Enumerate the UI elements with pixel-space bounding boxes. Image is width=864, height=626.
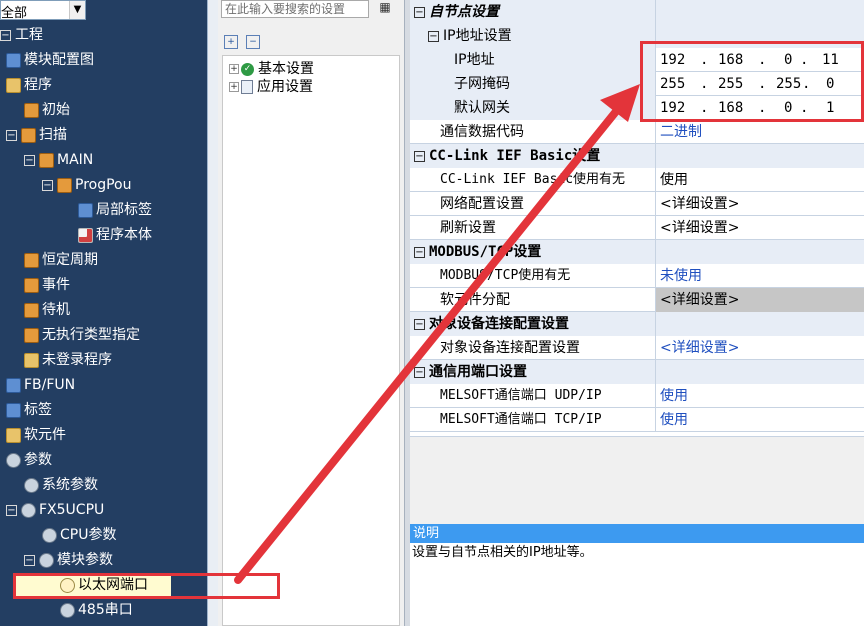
tree-item-unregistered[interactable]: 未登录程序 — [24, 348, 112, 373]
collapse-icon[interactable]: − — [414, 150, 425, 162]
collapse-icon[interactable]: − — [42, 179, 53, 191]
description-header: 说明 — [410, 524, 864, 543]
row-cclink-use[interactable]: CC-Link IEF Basic使用有无 使用 — [410, 168, 864, 192]
setting-item-pane: 在此输入要搜索的设置 ▦ + − + ✓ 基本设置 + 应用设置 — [218, 0, 404, 626]
program-icon — [21, 127, 36, 143]
category-comm-port[interactable]: − 通信用端口设置 — [410, 360, 864, 384]
module-param-icon — [39, 552, 54, 568]
tree-item-parameters[interactable]: 参数 — [6, 448, 52, 473]
tree-item-no-exec-type[interactable]: 无执行类型指定 — [24, 323, 140, 348]
gear-icon — [42, 527, 57, 543]
collapse-icon[interactable]: − — [24, 154, 35, 166]
tree-toolbar: + − — [224, 34, 284, 52]
navigation-scrollbar[interactable] — [207, 0, 218, 626]
expand-all-icon[interactable]: + — [224, 35, 238, 49]
project-navigation-pane: 全部 ▼ − 工程 模块配置图 程序 初始 − 扫描 − MAIN − ProgPou … — [0, 0, 207, 626]
row-refresh-settings[interactable]: 刷新设置 <详细设置> — [410, 216, 864, 240]
tree-item-fb-fun[interactable]: FB/FUN — [6, 373, 75, 398]
tree-item-devices[interactable]: 软元件 — [6, 423, 66, 448]
row-melsoft-tcp[interactable]: MELSOFT通信端口 TCP/IP 使用 — [410, 408, 864, 432]
collapse-icon[interactable]: − — [6, 504, 17, 516]
unregistered-program-icon — [24, 352, 39, 368]
collapse-icon[interactable]: − — [6, 129, 17, 141]
tree-filter-dropdown[interactable]: 全部 ▼ — [0, 0, 86, 21]
tree-item-program-body[interactable]: 程序本体 — [78, 223, 152, 248]
row-network-config[interactable]: 网络配置设置 <详细设置> — [410, 192, 864, 216]
tree-item-scan[interactable]: − 扫描 — [6, 123, 67, 148]
tree-item-main[interactable]: − MAIN — [24, 148, 93, 173]
tree-item-module-config[interactable]: 模块配置图 — [6, 48, 94, 73]
tree-item-project[interactable]: − 工程 — [0, 23, 43, 48]
grid-empty-area — [410, 436, 864, 526]
setting-item-tree: + ✓ 基本设置 + 应用设置 — [222, 55, 400, 626]
program-block-icon — [39, 152, 54, 168]
tree-item-cpu-params[interactable]: CPU参数 — [42, 523, 116, 548]
layout-toggle-icon[interactable]: ▦ — [374, 0, 396, 18]
row-device-assignment[interactable]: 软元件分配 <详细设置> — [410, 288, 864, 312]
cpu-param-icon — [21, 502, 36, 518]
tree-item-fixed-scan[interactable]: 恒定周期 — [24, 248, 98, 273]
expand-icon[interactable]: + — [229, 82, 239, 92]
label-table-icon — [78, 202, 93, 218]
fb-fun-icon — [6, 377, 21, 393]
collapse-icon[interactable]: − — [414, 6, 425, 18]
row-target-device-config[interactable]: 对象设备连接配置设置 <详细设置> — [410, 336, 864, 360]
program-folder-icon — [6, 77, 21, 93]
tree-item-event[interactable]: 事件 — [24, 273, 70, 298]
chevron-down-icon[interactable]: ▼ — [69, 1, 85, 19]
tree-item-progpou[interactable]: − ProgPou — [42, 173, 131, 198]
tree-item-fx5ucpu[interactable]: − FX5UCPU — [6, 498, 104, 523]
tree-item-485-serial[interactable]: 485串口 — [60, 598, 133, 623]
row-data-code[interactable]: 通信数据代码 二进制 — [410, 120, 864, 144]
parameter-icon — [6, 452, 21, 468]
serial-port-icon — [60, 602, 75, 618]
tree-item-standby[interactable]: 待机 — [24, 298, 70, 323]
setting-item-application[interactable]: + 应用设置 — [229, 78, 313, 96]
tree-item-system-params[interactable]: 系统参数 — [24, 473, 98, 498]
collapse-icon[interactable]: − — [0, 29, 11, 41]
collapse-icon[interactable]: − — [414, 366, 425, 378]
row-modbus-use[interactable]: MODBUS/TCP使用有无 未使用 — [410, 264, 864, 288]
program-icon — [24, 102, 39, 118]
collapse-icon[interactable]: − — [414, 318, 425, 330]
module-config-icon — [6, 52, 21, 68]
expand-icon[interactable]: + — [229, 64, 239, 74]
category-own-node[interactable]: − 自节点设置 — [410, 0, 864, 24]
collapse-icon[interactable]: − — [24, 554, 35, 566]
gx-works3-window: 全部 ▼ − 工程 模块配置图 程序 初始 − 扫描 − MAIN − ProgPou … — [0, 0, 864, 626]
category-modbus[interactable]: − MODBUS/TCP设置 — [410, 240, 864, 264]
ip-annotation-box — [640, 41, 864, 122]
check-icon: ✓ — [241, 62, 254, 76]
device-icon — [6, 427, 21, 443]
tree-item-initial[interactable]: 初始 — [24, 98, 70, 123]
setting-item-basic[interactable]: + ✓ 基本设置 — [229, 60, 314, 78]
program-icon — [24, 277, 39, 293]
tree-item-labels[interactable]: 标签 — [6, 398, 52, 423]
setting-search-input[interactable]: 在此输入要搜索的设置 — [221, 0, 369, 18]
collapse-icon[interactable]: − — [428, 30, 439, 42]
category-cclink[interactable]: − CC-Link IEF Basic设置 — [410, 144, 864, 168]
tree-item-local-label[interactable]: 局部标签 — [78, 198, 152, 223]
tree-item-program[interactable]: 程序 — [6, 73, 52, 98]
pou-icon — [57, 177, 72, 193]
program-icon — [24, 327, 39, 343]
program-icon — [24, 302, 39, 318]
gear-icon — [24, 477, 39, 493]
description-text: 设置与自节点相关的IP地址等。 — [410, 543, 864, 626]
document-icon — [241, 80, 253, 94]
program-icon — [24, 252, 39, 268]
tree-item-module-params[interactable]: − 模块参数 — [24, 548, 113, 573]
label-icon — [6, 402, 21, 418]
program-body-icon — [78, 227, 93, 243]
collapse-icon[interactable]: − — [414, 246, 425, 258]
category-target-device[interactable]: − 对象设备连接配置设置 — [410, 312, 864, 336]
tree-filter-value: 全部 — [1, 6, 28, 21]
selection-annotation-box — [13, 573, 280, 599]
row-melsoft-udp[interactable]: MELSOFT通信端口 UDP/IP 使用 — [410, 384, 864, 408]
collapse-all-icon[interactable]: − — [246, 35, 260, 49]
